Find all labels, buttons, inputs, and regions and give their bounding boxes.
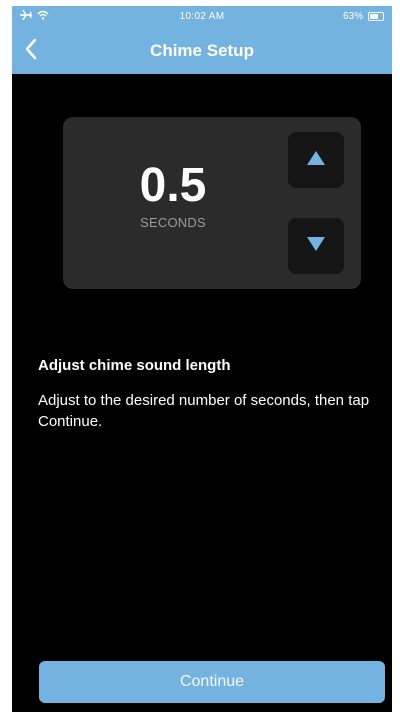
status-bar: 10:02 AM 63%	[12, 6, 392, 28]
continue-button[interactable]: Continue	[39, 661, 385, 703]
battery-level	[370, 14, 378, 19]
stepper-value: 0.5	[139, 159, 207, 212]
instructions-body: Adjust to the desired number of seconds,…	[38, 392, 370, 430]
seconds-stepper: 0.5 SECONDS	[63, 117, 361, 289]
decrease-button[interactable]	[288, 218, 344, 274]
status-right: 63%	[343, 11, 384, 22]
battery-percent: 63%	[342, 11, 363, 22]
instructions-heading: Adjust chime sound length	[38, 357, 231, 374]
app-header: 10:02 AM 63% Chime Setup	[12, 6, 392, 74]
stepper-value-display: 0.5 SECONDS	[103, 159, 243, 231]
increase-button[interactable]	[288, 132, 344, 188]
phone-screen: 10:02 AM 63% Chime Setup 0.5 SECONDS Adj…	[12, 6, 392, 712]
status-time: 10:02 AM	[179, 11, 225, 22]
triangle-up-icon	[306, 150, 326, 171]
stepper-unit: SECONDS	[140, 215, 206, 230]
triangle-down-icon	[306, 236, 326, 257]
battery-icon	[368, 12, 384, 21]
page-title: Chime Setup	[150, 41, 254, 60]
nav-bar: Chime Setup	[12, 32, 392, 70]
